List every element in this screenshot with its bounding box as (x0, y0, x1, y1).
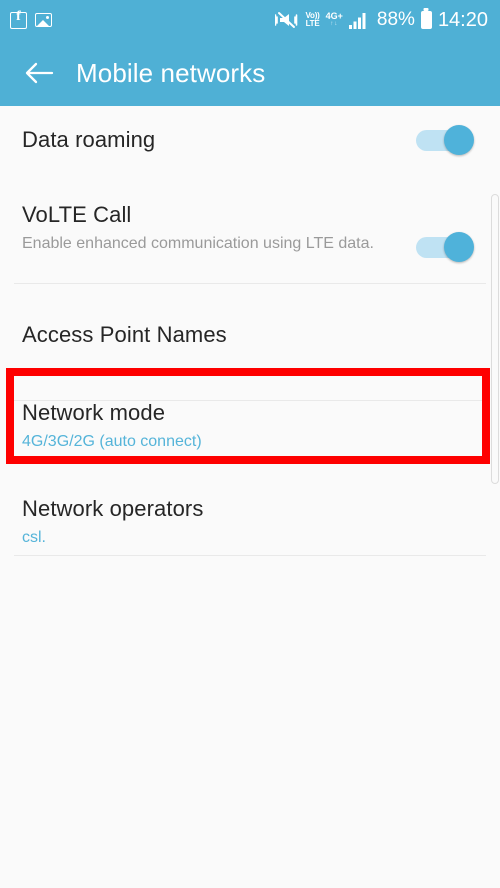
app-bar: Mobile networks (0, 40, 500, 106)
battery-full-icon (420, 11, 432, 29)
row-text-group: Network operators csl. (22, 496, 480, 548)
status-bar-left-icons (10, 10, 52, 29)
vibrate-mute-icon (275, 10, 299, 30)
list-item-title: Network operators (22, 496, 204, 521)
data-roaming-toggle[interactable] (416, 124, 474, 155)
list-item-subtitle: Enable enhanced communication using LTE … (22, 235, 374, 252)
network-activity-label: ↑↓ (330, 21, 339, 27)
list-item-title: Network mode (22, 400, 166, 425)
list-item-data-roaming[interactable]: Data roaming (0, 106, 500, 173)
list-item-volte-call[interactable]: VoLTE Call Enable enhanced communication… (0, 184, 500, 294)
battery-percentage-label: 88% (376, 9, 415, 30)
volte-indicator-icon: Vo)) LTE (305, 12, 319, 28)
status-bar-clock: 14:20 (437, 8, 488, 31)
volte-bottom-label: LTE (305, 19, 320, 28)
screenshot-image-icon (35, 13, 52, 27)
list-item-access-point-names[interactable]: Access Point Names (0, 301, 500, 368)
volte-call-toggle[interactable] (416, 232, 474, 262)
network-type-label: 4G+ (325, 11, 343, 21)
toggle-knob (444, 124, 474, 155)
toggle-knob (444, 232, 474, 262)
vertical-scrollbar[interactable] (491, 194, 499, 484)
network-type-4g-plus-icon: 4G+ ↑↓ (326, 12, 343, 28)
row-text-group: Network mode 4G/3G/2G (auto connect) (22, 400, 480, 452)
status-bar: Vo)) LTE 4G+ ↑↓ 88% 14:20 (0, 0, 500, 40)
list-item-subtitle: 4G/3G/2G (auto connect) (22, 433, 202, 450)
facebook-icon (10, 10, 27, 29)
list-item-network-mode[interactable]: Network mode 4G/3G/2G (auto connect) (0, 378, 500, 474)
list-item-title: Access Point Names (22, 321, 227, 347)
list-divider (14, 555, 486, 556)
row-text-group: Access Point Names (22, 322, 480, 348)
page-title: Mobile networks (76, 57, 266, 88)
settings-list: Data roaming VoLTE Call Enable enhanced … (0, 106, 500, 888)
row-text-group: Data roaming (22, 127, 416, 153)
status-bar-right-icons: Vo)) LTE 4G+ ↑↓ 88% 14:20 (275, 9, 488, 32)
signal-bars-icon (348, 11, 371, 29)
row-text-group: VoLTE Call Enable enhanced communication… (22, 202, 416, 254)
list-item-subtitle: csl. (22, 529, 46, 546)
list-item-title: VoLTE Call (22, 202, 132, 227)
back-arrow-icon[interactable] (22, 56, 56, 90)
list-item-title: Data roaming (22, 126, 156, 152)
